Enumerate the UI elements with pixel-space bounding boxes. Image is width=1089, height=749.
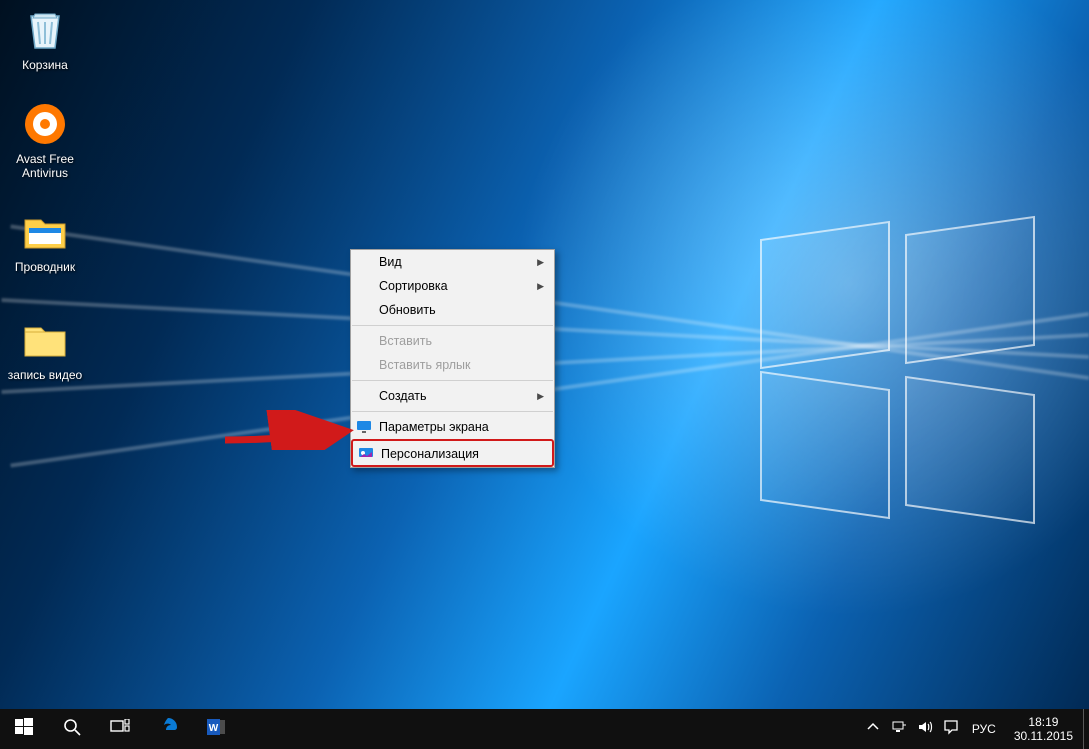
menu-item-display-settings[interactable]: Параметры экрана <box>351 415 554 439</box>
notifications-icon <box>943 719 959 740</box>
tray-action-center[interactable] <box>938 709 964 749</box>
wallpaper-pane <box>905 216 1035 364</box>
chevron-up-icon <box>867 720 879 738</box>
menu-separator <box>352 380 553 381</box>
tray-language-indicator[interactable]: РУС <box>964 709 1004 749</box>
menu-item-refresh[interactable]: Обновить <box>351 298 554 322</box>
windows-logo-icon <box>15 718 33 741</box>
clock-date: 30.11.2015 <box>1014 729 1073 743</box>
annotation-arrow <box>220 410 360 450</box>
taskbar-app-word[interactable]: W <box>192 709 240 749</box>
desktop-icon-explorer[interactable]: Проводник <box>6 208 84 274</box>
personalize-icon <box>358 446 374 462</box>
display-settings-icon <box>356 419 372 435</box>
language-label: РУС <box>972 722 996 736</box>
menu-item-view[interactable]: Вид <box>351 250 554 274</box>
menu-item-label: Вид <box>379 255 402 269</box>
svg-text:W: W <box>209 723 219 734</box>
search-button[interactable] <box>48 709 96 749</box>
menu-item-label: Создать <box>379 389 427 403</box>
volume-icon <box>917 719 933 740</box>
icon-label: запись видео <box>6 368 84 382</box>
desktop-context-menu: Вид Сортировка Обновить Вставить Вставит… <box>350 249 555 468</box>
tray-network[interactable] <box>886 709 912 749</box>
menu-item-paste: Вставить <box>351 329 554 353</box>
tray-show-hidden-icons[interactable] <box>860 709 886 749</box>
menu-item-personalize[interactable]: Персонализация <box>351 439 554 467</box>
show-desktop-button[interactable] <box>1083 709 1089 749</box>
task-view-icon <box>110 719 130 740</box>
network-icon <box>891 719 907 740</box>
menu-item-label: Обновить <box>379 303 436 317</box>
word-icon: W <box>206 717 226 742</box>
avast-icon <box>21 100 69 148</box>
wallpaper-pane <box>905 376 1035 524</box>
tray-clock[interactable]: 18:19 30.11.2015 <box>1004 715 1083 743</box>
system-tray: РУС 18:19 30.11.2015 <box>860 709 1089 749</box>
taskbar: W РУС 18:19 30.11.2015 <box>0 709 1089 749</box>
menu-item-paste-shortcut: Вставить ярлык <box>351 353 554 377</box>
menu-item-label: Вставить ярлык <box>379 358 471 372</box>
desktop[interactable]: Корзина Avast Free Antivirus Проводник з… <box>0 0 1089 709</box>
icon-label: Avast Free Antivirus <box>6 152 84 180</box>
icon-label: Проводник <box>6 260 84 274</box>
task-view-button[interactable] <box>96 709 144 749</box>
icon-label: Корзина <box>6 58 84 72</box>
desktop-icon-recycle-bin[interactable]: Корзина <box>6 6 84 72</box>
menu-item-new[interactable]: Создать <box>351 384 554 408</box>
recycle-bin-icon <box>21 6 69 54</box>
menu-separator <box>352 411 553 412</box>
desktop-icon-video-recording[interactable]: запись видео <box>6 316 84 382</box>
menu-item-label: Вставить <box>379 334 432 348</box>
tray-volume[interactable] <box>912 709 938 749</box>
menu-item-label: Сортировка <box>379 279 448 293</box>
clock-time: 18:19 <box>1014 715 1073 729</box>
menu-separator <box>352 325 553 326</box>
desktop-icon-avast[interactable]: Avast Free Antivirus <box>6 100 84 180</box>
file-explorer-icon <box>21 208 69 256</box>
menu-item-label: Параметры экрана <box>379 420 489 434</box>
menu-item-label: Персонализация <box>381 447 479 461</box>
wallpaper-pane <box>760 221 890 369</box>
menu-item-sort[interactable]: Сортировка <box>351 274 554 298</box>
wallpaper-pane <box>760 371 890 519</box>
edge-icon <box>157 716 179 743</box>
folder-icon <box>21 316 69 364</box>
start-button[interactable] <box>0 709 48 749</box>
taskbar-app-edge[interactable] <box>144 709 192 749</box>
search-icon <box>63 718 81 741</box>
